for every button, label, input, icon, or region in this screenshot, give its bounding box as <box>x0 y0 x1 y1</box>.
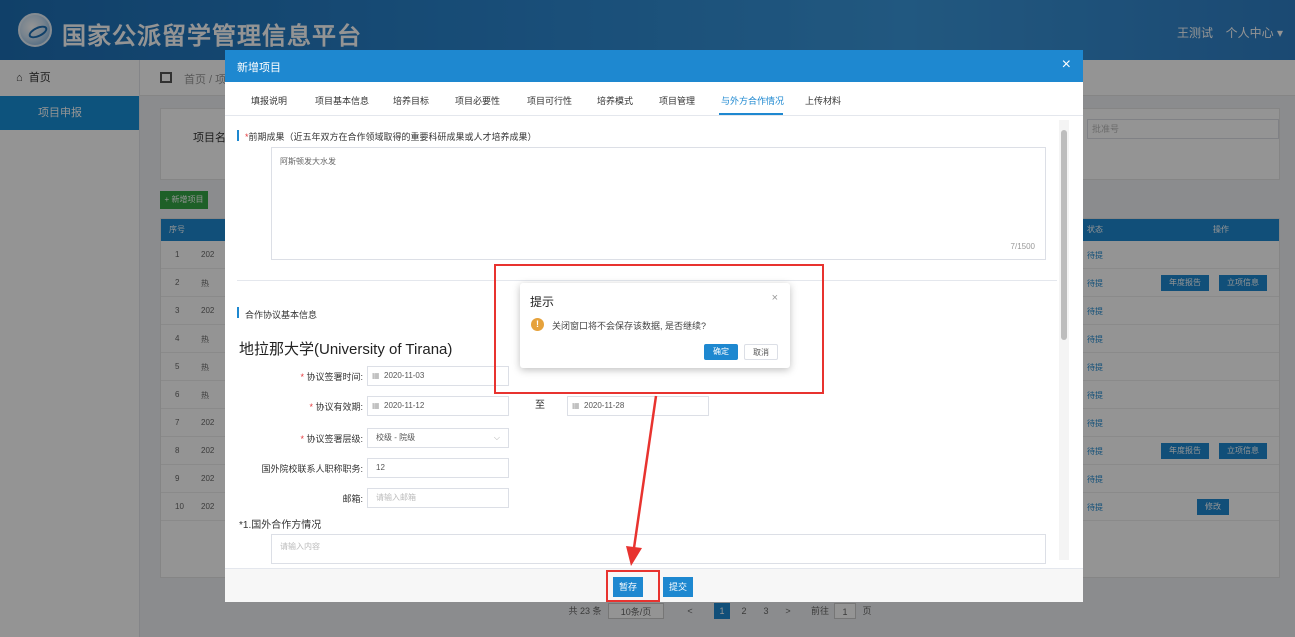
calendar-icon: ▦ <box>372 371 380 380</box>
validity-label: * 协议有效期: <box>309 402 363 412</box>
tab-upload[interactable]: 上传材料 <box>805 94 841 107</box>
section-marker <box>237 307 239 318</box>
tab-basic-info[interactable]: 项目基本信息 <box>315 94 369 107</box>
tab-management[interactable]: 项目管理 <box>659 94 695 107</box>
date-range-separator: 至 <box>535 400 545 411</box>
sign-date-label: * 协议签署时间: <box>300 372 363 382</box>
modal-header: 新增项目 × <box>225 50 1083 82</box>
chevron-down-icon: ⌵ <box>493 433 500 442</box>
modal-title: 新增项目 <box>237 62 281 74</box>
foreign-partner-textarea[interactable]: 请输入内容 <box>271 534 1046 564</box>
modal-scrollbar-thumb[interactable] <box>1061 130 1067 340</box>
calendar-icon: ▦ <box>572 401 580 410</box>
validity-start-value: 2020-11-12 <box>384 401 425 410</box>
sign-date-picker[interactable]: ▦ 2020-11-03 <box>367 366 509 386</box>
sign-date-value: 2020-11-03 <box>384 371 425 380</box>
modal-tabs: 填报说明 项目基本信息 培养目标 项目必要性 项目可行性 培养模式 项目管理 与… <box>225 82 1083 116</box>
early-results-textarea[interactable]: 阿斯顿发大水发 7/1500 <box>271 147 1046 260</box>
modal-close-icon[interactable]: × <box>1062 56 1071 74</box>
sign-level-select[interactable]: 校级 - 院级 ⌵ <box>367 428 509 448</box>
highlight-box-save <box>606 570 660 602</box>
highlight-box-dialog <box>494 264 824 394</box>
tab-instructions[interactable]: 填报说明 <box>251 94 287 107</box>
early-results-label-text: 前期成果（近五年双方在合作领域取得的重要科研成果或人才培养成果） <box>248 132 537 142</box>
calendar-icon: ▦ <box>372 401 380 410</box>
email-input[interactable]: 请输入邮箱 <box>367 488 509 508</box>
tab-necessity[interactable]: 项目必要性 <box>455 94 500 107</box>
early-results-label: *前期成果（近五年双方在合作领域取得的重要科研成果或人才培养成果） <box>245 130 537 143</box>
university-name: 地拉那大学(University of Tirana) <box>239 341 453 358</box>
agreement-section-title: 合作协议基本信息 <box>245 310 318 320</box>
tab-training-goals[interactable]: 培养目标 <box>393 94 429 107</box>
char-counter: 7/1500 <box>1010 242 1035 251</box>
tab-feasibility[interactable]: 项目可行性 <box>527 94 572 107</box>
submit-button[interactable]: 提交 <box>663 577 693 597</box>
sign-level-label: * 协议签署层级: <box>300 434 363 444</box>
sign-level-value: 校级 - 院级 <box>376 433 416 442</box>
tab-training-mode[interactable]: 培养模式 <box>597 94 633 107</box>
validity-end-value: 2020-11-28 <box>584 401 625 410</box>
foreign-partner-label: *1.国外合作方情况 <box>239 520 322 531</box>
contact-title-label: 国外院校联系人职称职务: <box>261 464 363 474</box>
validity-start-picker[interactable]: ▦ 2020-11-12 <box>367 396 509 416</box>
validity-end-picker[interactable]: ▦ 2020-11-28 <box>567 396 709 416</box>
tab-foreign-cooperation[interactable]: 与外方合作情况 <box>721 94 784 107</box>
active-tab-indicator <box>719 113 783 115</box>
early-results-value: 阿斯顿发大水发 <box>280 157 336 166</box>
section-marker <box>237 130 239 141</box>
email-label: 邮箱: <box>342 494 363 504</box>
contact-title-input[interactable]: 12 <box>367 458 509 478</box>
